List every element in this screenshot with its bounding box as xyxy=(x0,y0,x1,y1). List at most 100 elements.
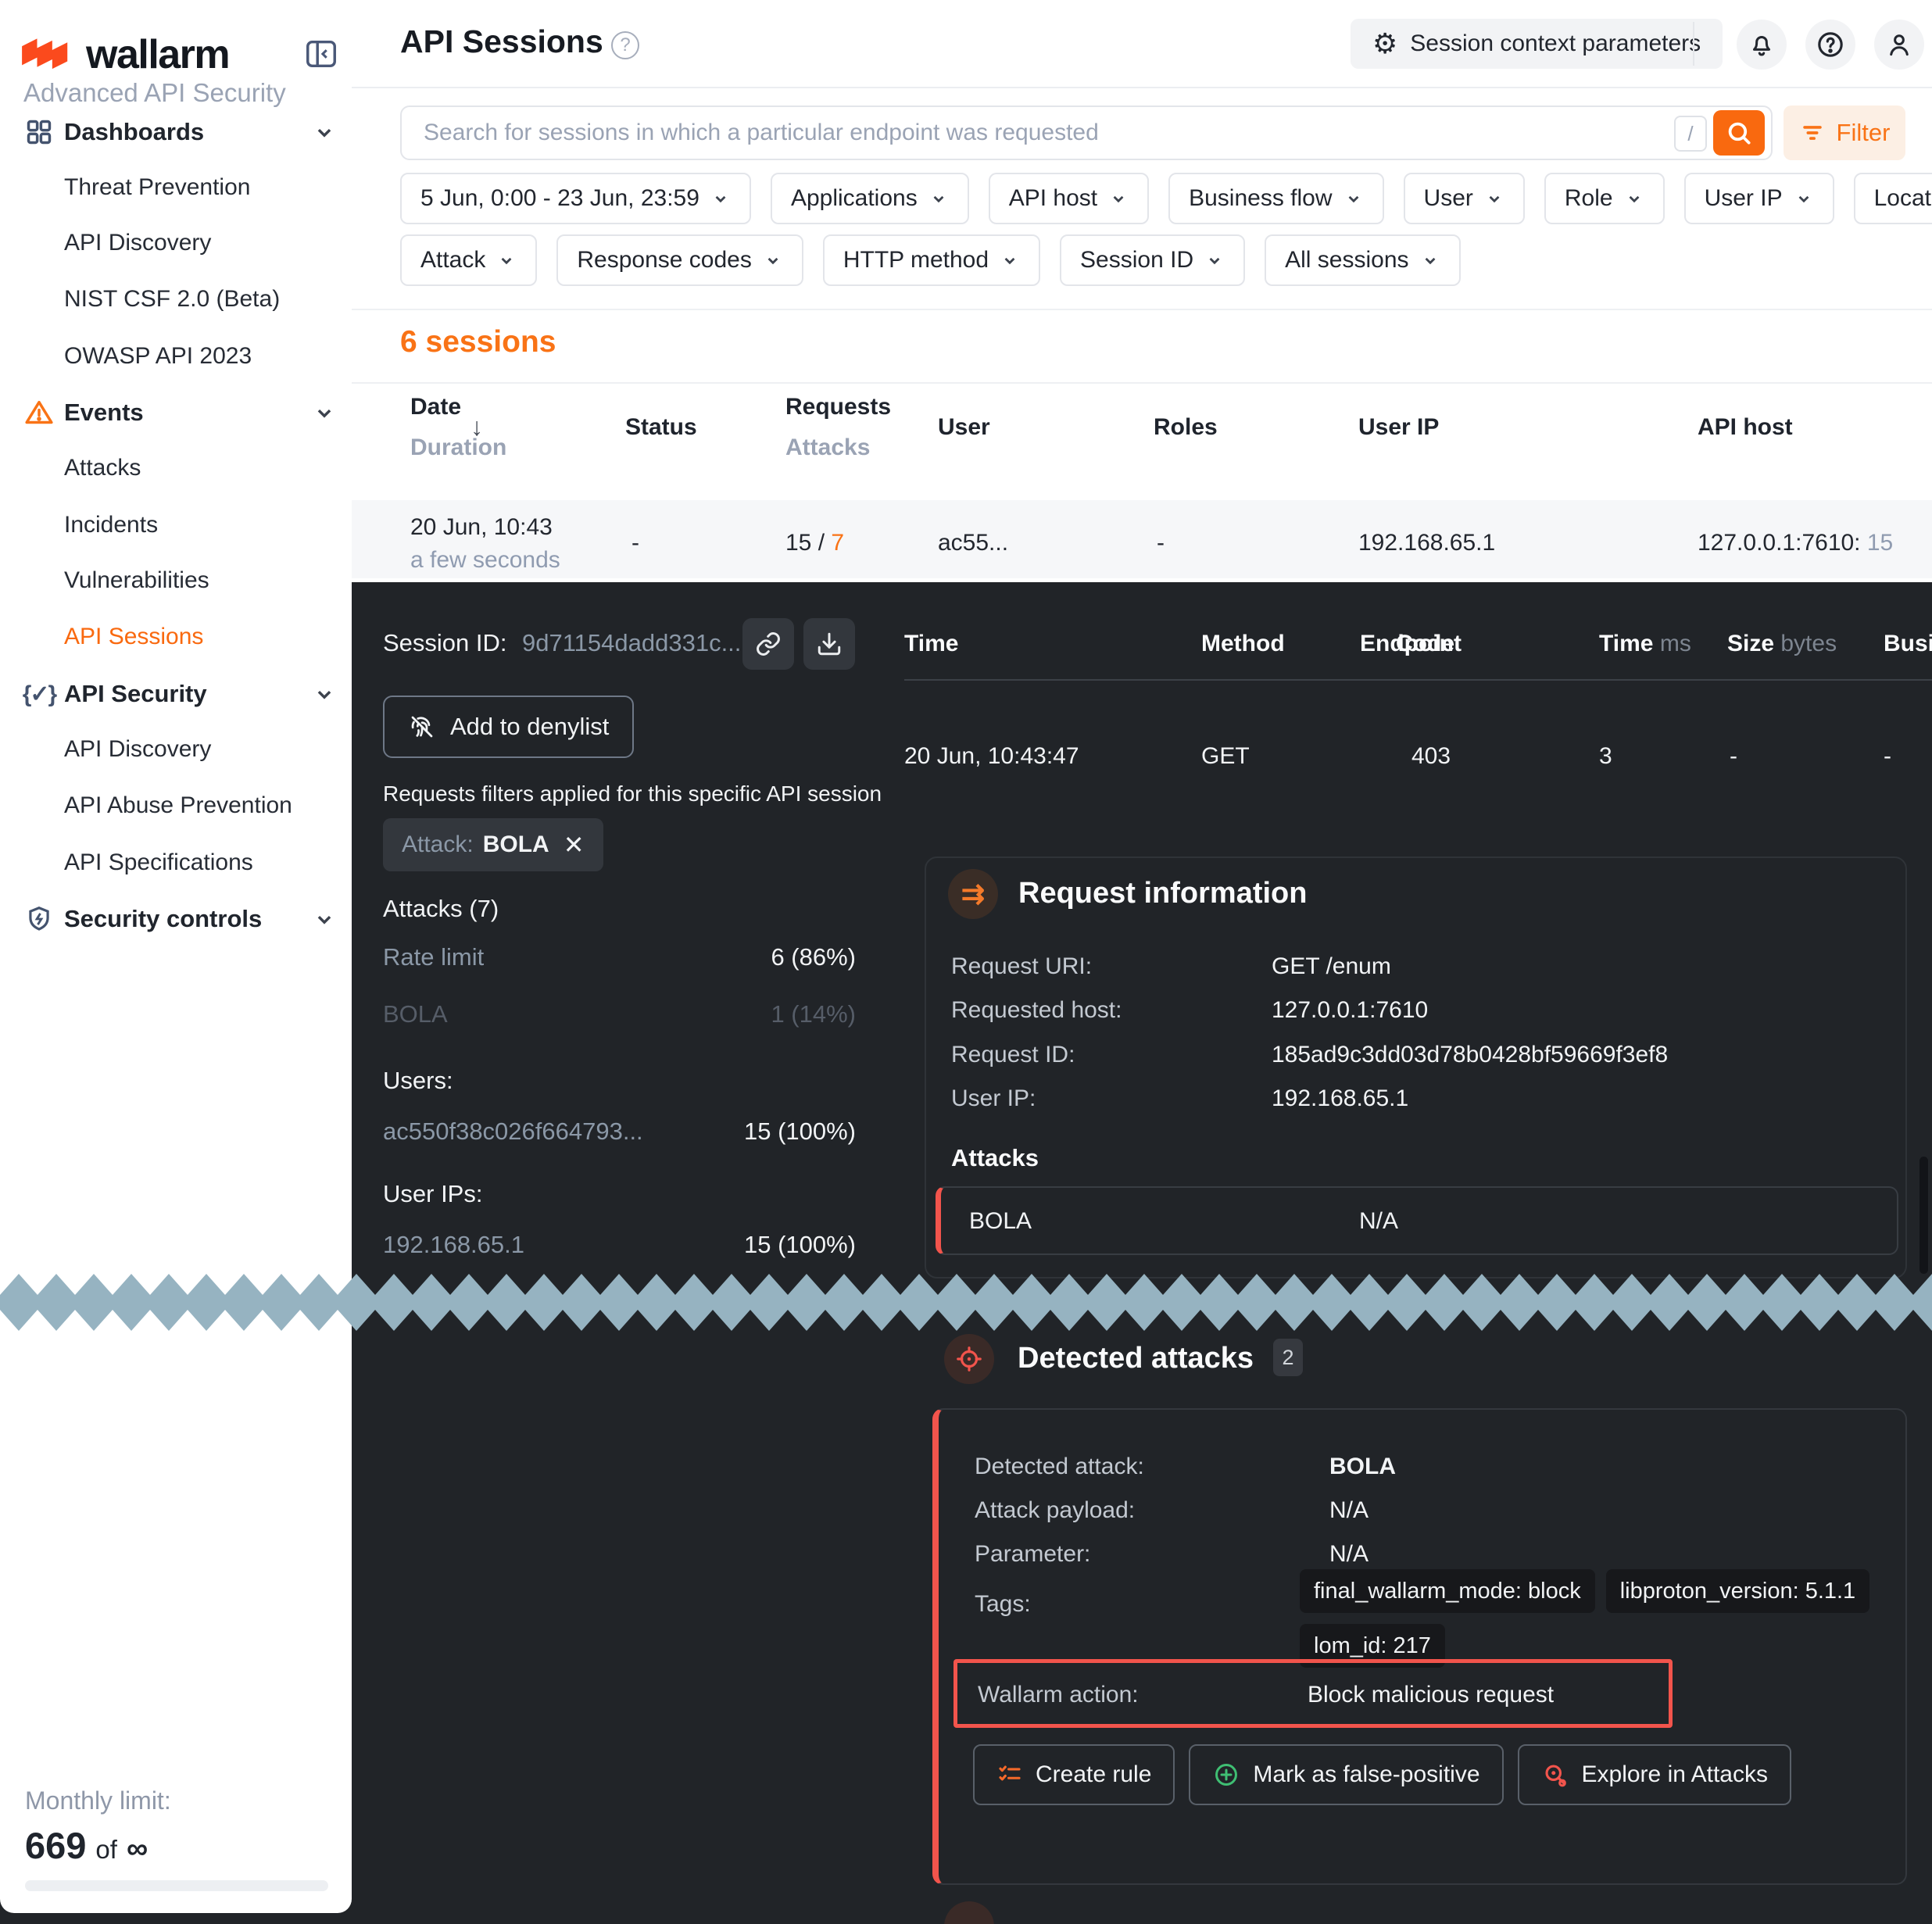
session-id-value: 9d71154dadd331c... xyxy=(522,629,741,657)
monthly-limit-label: Monthly limit: xyxy=(25,1786,171,1815)
attack-search-icon xyxy=(1541,1761,1569,1789)
business-flow-filter[interactable]: Business flow xyxy=(1168,173,1383,224)
search-input[interactable] xyxy=(400,105,1773,160)
explore-in-attacks-button[interactable]: Explore in Attacks xyxy=(1518,1744,1791,1805)
user-ip-filter[interactable]: User IP xyxy=(1684,173,1834,224)
sidebar-item-incidents[interactable]: Incidents xyxy=(0,498,352,553)
sidebar-item-security-controls[interactable]: Security controls xyxy=(0,892,352,946)
cell-requests: 15 / 7 xyxy=(785,530,844,556)
col-duration: Duration xyxy=(410,435,506,461)
download-icon[interactable] xyxy=(803,618,855,670)
wallarm-logo-icon xyxy=(22,37,75,73)
sidebar-item-attacks[interactable]: Attacks xyxy=(0,441,352,495)
locations-filter[interactable]: Locations xyxy=(1854,173,1932,224)
stat-bola[interactable]: BOLA 1 (14%) xyxy=(383,1000,856,1028)
mark-false-positive-button[interactable]: Mark as false-positive xyxy=(1189,1744,1503,1805)
help-icon[interactable]: ? xyxy=(611,31,639,59)
session-context-parameters-button[interactable]: ⚙ Session context parameters xyxy=(1351,19,1723,69)
search-button[interactable] xyxy=(1713,110,1765,156)
response-codes-filter[interactable]: Response codes xyxy=(556,234,803,286)
attacks-stats-title: Attacks (7) xyxy=(383,895,499,923)
keyboard-shortcut-badge: / xyxy=(1674,116,1707,152)
rcol-method: Method xyxy=(1201,631,1285,657)
filter-icon xyxy=(1799,120,1826,146)
scrollbar-thumb[interactable] xyxy=(1919,1157,1928,1274)
sessions-count: 6 sessions xyxy=(400,325,556,359)
add-to-denylist-button[interactable]: Add to denylist xyxy=(383,696,634,758)
shield-bolt-icon xyxy=(23,903,55,935)
sidebar-item-api-discovery[interactable]: API Discovery xyxy=(0,216,352,270)
braces-check-icon: {✓} xyxy=(23,678,55,710)
stat-rate-limit[interactable]: Rate limit 6 (86%) xyxy=(383,943,856,971)
search-icon xyxy=(1724,118,1754,148)
http-method-filter[interactable]: HTTP method xyxy=(823,234,1040,286)
col-requests: Requests xyxy=(785,394,891,420)
help-circle-icon[interactable] xyxy=(1805,20,1855,70)
detected-attacks-count-badge: 2 xyxy=(1273,1339,1303,1376)
chevron-down-icon xyxy=(311,399,338,426)
table-header-divider xyxy=(904,679,1932,681)
sidebar: wallarm Advanced API Security Dashboards… xyxy=(0,0,352,1913)
monthly-limit-progressbar xyxy=(25,1880,328,1891)
filter-button[interactable]: Filter xyxy=(1784,105,1905,160)
sidebar-item-api-discovery-2[interactable]: API Discovery xyxy=(0,722,352,777)
notifications-bell-icon[interactable] xyxy=(1737,20,1787,70)
col-user: User xyxy=(938,414,990,441)
rcell-time-ms: 3 xyxy=(1599,743,1612,770)
user-profile-icon[interactable] xyxy=(1874,20,1924,70)
all-sessions-filter[interactable]: All sessions xyxy=(1265,234,1460,286)
request-info-icon: ⇉ xyxy=(948,869,998,919)
gear-icon: ⚙ xyxy=(1372,30,1397,58)
warning-triangle-icon xyxy=(23,397,55,428)
rcell-method: GET xyxy=(1201,743,1250,770)
tags-list: final_wallarm_mode: block libproton_vers… xyxy=(1300,1569,1917,1668)
rcol-code: Code xyxy=(1396,631,1454,657)
sidebar-item-threat-prevention[interactable]: Threat Prevention xyxy=(0,160,352,215)
detected-attacks-icon xyxy=(944,1334,994,1384)
col-date[interactable]: Date xyxy=(410,394,461,420)
logo-text: wallarm xyxy=(86,31,229,78)
sidebar-item-dashboards[interactable]: Dashboards xyxy=(0,105,352,159)
applications-filter[interactable]: Applications xyxy=(771,173,969,224)
col-attacks: Attacks xyxy=(785,435,870,461)
create-rule-button[interactable]: Create rule xyxy=(973,1744,1175,1805)
close-icon[interactable]: ✕ xyxy=(564,830,585,860)
cell-roles: - xyxy=(1157,530,1165,556)
tags-label: Tags: xyxy=(975,1591,1031,1618)
sidebar-item-api-abuse-prevention[interactable]: API Abuse Prevention xyxy=(0,778,352,833)
attack-filter[interactable]: Attack xyxy=(400,234,537,286)
sidebar-item-api-security[interactable]: {✓} API Security xyxy=(0,667,352,721)
collapse-sidebar-icon[interactable] xyxy=(303,36,339,72)
rcell-business: - xyxy=(1884,743,1891,770)
sidebar-item-api-sessions[interactable]: API Sessions xyxy=(0,610,352,664)
stat-user[interactable]: ac550f38c026f664793... 15 (100%) xyxy=(383,1118,856,1146)
date-range-filter[interactable]: 5 Jun, 0:00 - 23 Jun, 23:59 xyxy=(400,173,751,224)
attack-alert-row[interactable]: BOLA N/A xyxy=(936,1186,1898,1255)
attack-actions: Create rule Mark as false-positive Explo… xyxy=(973,1744,1791,1805)
detected-attacks-title: Detected attacks xyxy=(1018,1342,1254,1375)
sidebar-item-nist-csf[interactable]: NIST CSF 2.0 (Beta) xyxy=(0,272,352,327)
session-id-filter[interactable]: Session ID xyxy=(1060,234,1245,286)
stat-user-ip[interactable]: 192.168.65.1 15 (100%) xyxy=(383,1231,856,1259)
sidebar-item-api-specifications[interactable]: API Specifications xyxy=(0,835,352,890)
sidebar-item-events[interactable]: Events xyxy=(0,385,352,440)
attack-bola-chip[interactable]: Attack: BOLA ✕ xyxy=(383,818,603,871)
role-filter[interactable]: Role xyxy=(1544,173,1665,224)
tag-chip: final_wallarm_mode: block xyxy=(1300,1569,1595,1613)
chevron-down-icon xyxy=(710,188,731,209)
users-stats-title: Users: xyxy=(383,1067,453,1095)
session-row[interactable] xyxy=(352,500,1932,578)
col-status: Status xyxy=(625,414,697,441)
fingerprint-off-icon xyxy=(408,713,436,741)
wallarm-app: wallarm Advanced API Security Dashboards… xyxy=(0,0,1932,1924)
cell-api-host: 127.0.0.1:7610: 15 xyxy=(1698,530,1893,556)
checklist-icon xyxy=(996,1761,1023,1788)
api-host-filter[interactable]: API host xyxy=(989,173,1149,224)
sidebar-item-owasp-api[interactable]: OWASP API 2023 xyxy=(0,329,352,384)
user-filter[interactable]: User xyxy=(1404,173,1525,224)
cell-status: - xyxy=(631,530,639,556)
rcol-time: Time xyxy=(904,631,958,657)
sidebar-item-vulnerabilities[interactable]: Vulnerabilities xyxy=(0,553,352,608)
col-user-ip: User IP xyxy=(1358,414,1439,441)
copy-link-icon[interactable] xyxy=(742,618,794,670)
